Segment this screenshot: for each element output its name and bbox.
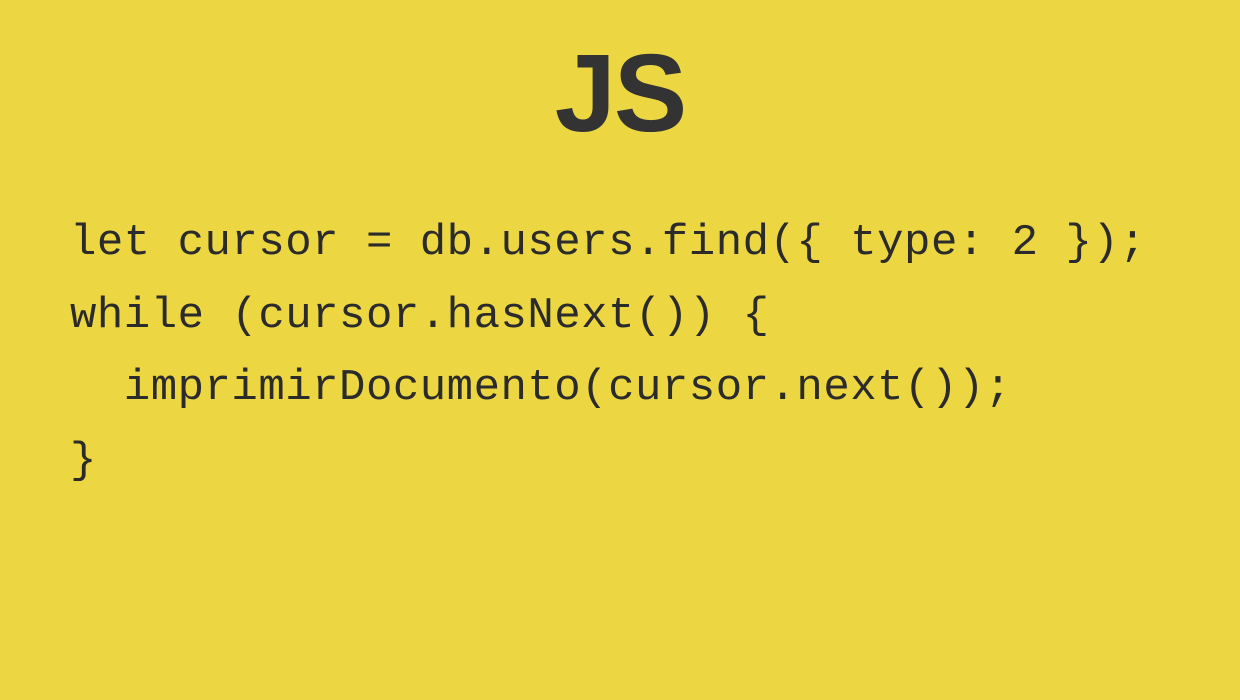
js-logo: JS — [555, 30, 686, 157]
code-snippet: let cursor = db.users.find({ type: 2 });… — [0, 207, 1240, 497]
